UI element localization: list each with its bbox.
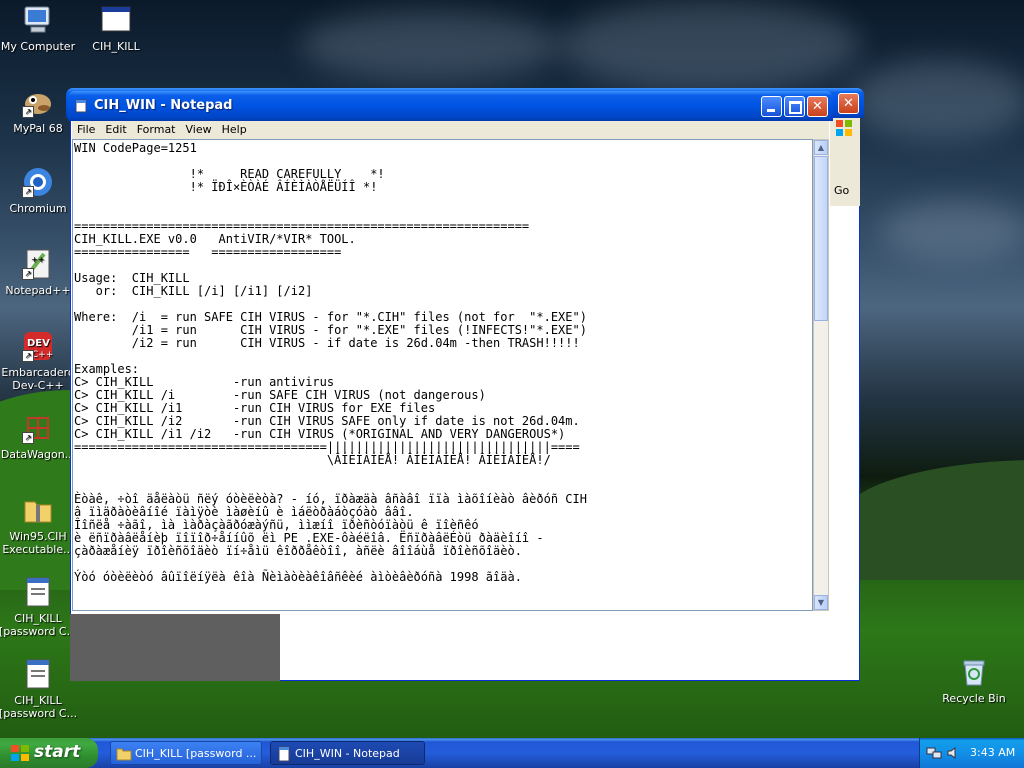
folder-icon xyxy=(116,746,132,764)
menu-bar: File Edit Format View Help xyxy=(72,121,829,139)
menu-edit[interactable]: Edit xyxy=(100,121,131,138)
windows-flag-icon xyxy=(834,118,854,138)
svg-text:C++: C++ xyxy=(32,350,53,360)
scroll-up-button[interactable]: ▲ xyxy=(814,140,828,155)
menu-file[interactable]: File xyxy=(72,121,100,138)
desktop-icon-label: My Computer xyxy=(0,40,76,53)
background-content-panel xyxy=(70,614,280,681)
document-text[interactable]: WIN CodePage=1251 !* READ CAREFULLY *! !… xyxy=(73,140,812,584)
clock[interactable]: 3:43 AM xyxy=(970,746,1015,759)
notepad-titlebar[interactable]: CIH_WIN - Notepad ✕ xyxy=(68,91,833,121)
text-file-icon xyxy=(22,576,54,608)
desktop-icon-label: CIH_KILL xyxy=(92,40,140,53)
desktop-icon-my-computer[interactable]: My Computer xyxy=(0,4,78,53)
datawagon-icon: ↗ xyxy=(22,412,54,444)
background-close-button[interactable]: ✕ xyxy=(838,93,859,114)
go-button[interactable]: Go xyxy=(834,184,849,197)
notepadpp-icon: ++ ↗ xyxy=(22,248,54,280)
recycle-bin-icon xyxy=(958,656,990,688)
notepad-icon xyxy=(276,746,292,764)
desktop-icon-label: Recycle Bin xyxy=(942,692,1006,705)
close-icon: ✕ xyxy=(812,99,823,114)
menu-format[interactable]: Format xyxy=(132,121,181,138)
network-icon[interactable] xyxy=(926,746,942,763)
minimize-icon xyxy=(767,109,775,112)
chromium-icon: ↗ xyxy=(22,166,54,198)
taskbar-button-cih-kill-folder[interactable]: CIH_KILL [password ... xyxy=(110,741,262,765)
windows-logo-icon xyxy=(10,744,30,767)
maximize-button[interactable] xyxy=(784,96,805,117)
notepad-window[interactable]: CIH_WIN - Notepad ✕ File Edit Format View He… xyxy=(68,91,833,615)
taskbar-button-label: CIH_KILL [password ... xyxy=(135,747,257,760)
minimize-button[interactable] xyxy=(761,96,782,117)
menu-view[interactable]: View xyxy=(181,121,217,138)
scroll-thumb[interactable] xyxy=(814,156,828,321)
close-button[interactable]: ✕ xyxy=(807,96,828,117)
desktop-icon-label: CIH_KILL [password C... xyxy=(0,694,78,720)
text-editor[interactable]: WIN CodePage=1251 !* READ CAREFULLY *! !… xyxy=(72,139,813,611)
devcpp-icon: DEV C++ ↗ xyxy=(22,330,54,362)
notepad-app-icon xyxy=(74,99,88,116)
scroll-down-button[interactable]: ▼ xyxy=(814,595,828,610)
desktop-icon-recycle-bin[interactable]: Recycle Bin xyxy=(934,656,1014,705)
svg-text:++: ++ xyxy=(31,255,44,264)
taskbar-button-notepad[interactable]: CIH_WIN - Notepad xyxy=(270,741,425,765)
window-app-icon xyxy=(100,4,132,36)
taskbar-button-label: CIH_WIN - Notepad xyxy=(295,747,400,760)
svg-text:DEV: DEV xyxy=(27,338,50,349)
start-label: start xyxy=(34,742,81,762)
my-computer-icon xyxy=(22,4,54,36)
system-tray: 3:43 AM xyxy=(919,738,1024,768)
maximize-icon xyxy=(789,101,802,114)
mypal-browser-icon: ↗ xyxy=(22,86,54,118)
volume-icon[interactable] xyxy=(946,746,960,763)
menu-help[interactable]: Help xyxy=(217,121,252,138)
start-button[interactable]: start xyxy=(0,738,98,768)
vertical-scrollbar[interactable]: ▲ ▼ xyxy=(813,139,829,611)
desktop-icon-cih-kill[interactable]: CIH_KILL xyxy=(76,4,156,53)
text-file-icon xyxy=(22,658,54,690)
window-title: CIH_WIN - Notepad xyxy=(94,98,233,113)
taskbar: start CIH_KILL [password ... CIH_WIN - N… xyxy=(0,738,1024,768)
zip-folder-icon xyxy=(22,494,54,526)
